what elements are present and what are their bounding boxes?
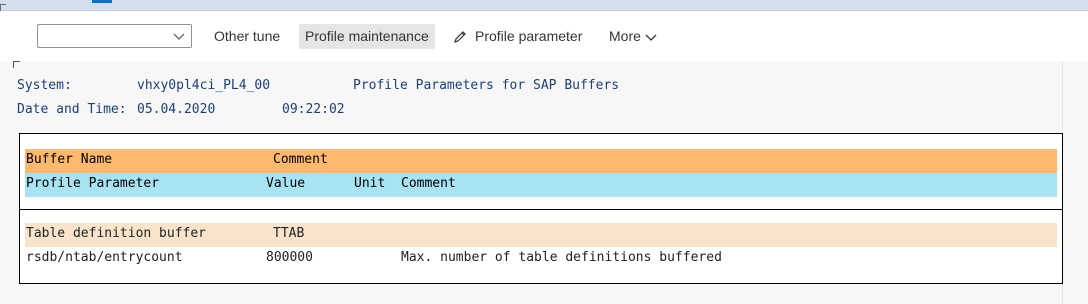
- other-tune-button[interactable]: Other tune: [208, 24, 286, 49]
- parameter-comment-cell: Max. number of table definitions buffere…: [401, 250, 722, 265]
- more-menu-button[interactable]: More: [603, 24, 663, 49]
- column-header-unit: Unit: [354, 176, 386, 191]
- table-row-parameter[interactable]: rsdb/ntab/entrycount 800000 Max. number …: [25, 247, 1057, 271]
- table-divider: [20, 209, 1062, 210]
- toolbar: Other tune Profile maintenance Profile p…: [0, 11, 1088, 61]
- parameter-value-cell: 800000: [266, 250, 313, 265]
- chevron-down-icon: [173, 33, 185, 40]
- buffer-comment-cell: TTAB: [273, 226, 305, 241]
- system-label: System:: [17, 78, 72, 93]
- pencil-icon: [454, 31, 466, 44]
- table-header-buffer: Buffer Name Comment: [25, 149, 1057, 173]
- time-value: 09:22:02: [282, 102, 345, 117]
- report-table: Buffer Name Comment Profile Parameter Va…: [19, 133, 1063, 284]
- other-tune-label: Other tune: [214, 28, 281, 44]
- column-header-comment: Comment: [273, 152, 328, 167]
- report-content: System: vhxy0pl4ci_PL4_00 Profile Parame…: [0, 61, 1088, 304]
- profile-maintenance-button[interactable]: Profile maintenance: [299, 24, 435, 49]
- table-row-buffer[interactable]: Table definition buffer TTAB: [25, 223, 1057, 247]
- system-value: vhxy0pl4ci_PL4_00: [137, 78, 271, 93]
- focus-corner-mark: [13, 61, 20, 68]
- column-header-buffer-name: Buffer Name: [26, 152, 113, 167]
- table-header-parameter: Profile Parameter Value Unit Comment: [25, 173, 1057, 197]
- active-tab-indicator: [92, 0, 112, 3]
- report-title: Profile Parameters for SAP Buffers: [353, 78, 620, 93]
- chevron-down-icon: [645, 34, 657, 42]
- profile-parameter-button[interactable]: Profile parameter: [447, 24, 588, 49]
- column-header-value: Value: [266, 176, 306, 191]
- datetime-label: Date and Time:: [17, 102, 127, 117]
- column-header-profile-parameter: Profile Parameter: [26, 176, 160, 191]
- parameter-name-cell: rsdb/ntab/entrycount: [26, 250, 183, 265]
- buffer-name-cell: Table definition buffer: [26, 226, 207, 241]
- profile-parameter-label: Profile parameter: [475, 28, 583, 44]
- more-label: More: [609, 28, 641, 44]
- toolbar-select[interactable]: [37, 24, 192, 48]
- shell-header-band: [0, 0, 1088, 11]
- profile-maintenance-label: Profile maintenance: [305, 28, 429, 44]
- date-value: 05.04.2020: [137, 102, 216, 117]
- column-header-param-comment: Comment: [401, 176, 456, 191]
